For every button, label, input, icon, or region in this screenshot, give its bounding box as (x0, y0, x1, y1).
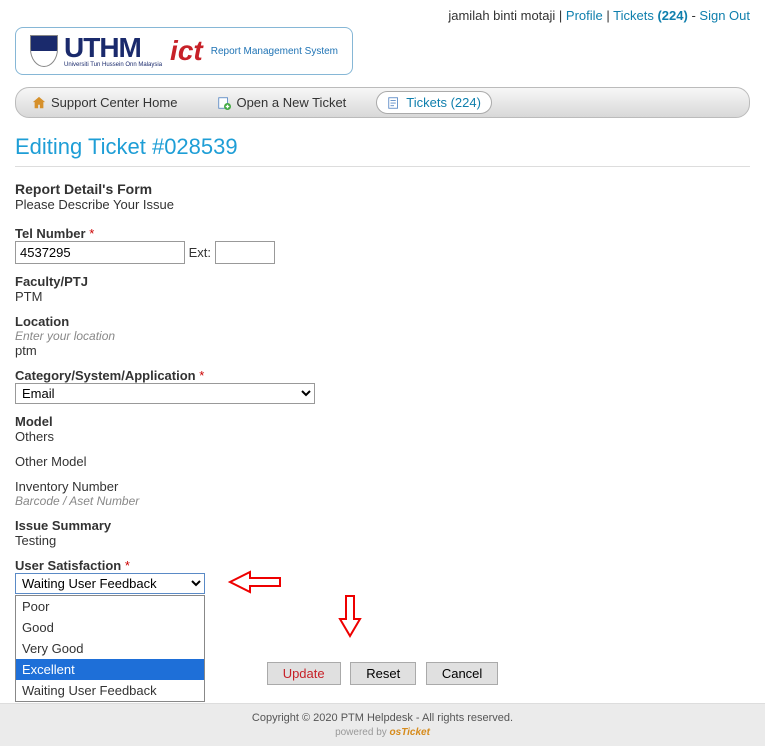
tickets-link[interactable]: Tickets (224) (613, 8, 691, 23)
field-model: Model Others (15, 414, 750, 444)
field-location: Location Enter your location ptm (15, 314, 750, 358)
nav-support-home[interactable]: Support Center Home (22, 92, 187, 113)
ict-logo-text: ict (170, 35, 203, 67)
section-title: Report Detail's Form (15, 181, 750, 197)
section-subtitle: Please Describe Your Issue (15, 197, 750, 212)
uthm-shield-icon (30, 35, 58, 67)
ict-subtitle: Report Management System (211, 46, 338, 57)
form: Report Detail's Form Please Describe You… (0, 181, 765, 703)
field-other-model: Other Model (15, 454, 750, 469)
ext-label: Ext: (189, 245, 211, 260)
tel-input[interactable] (15, 241, 185, 264)
opt-good[interactable]: Good (16, 617, 204, 638)
profile-link[interactable]: Profile (566, 8, 603, 23)
nav-tickets[interactable]: Tickets (224) (376, 91, 492, 114)
field-issue-summary: Issue Summary Testing (15, 518, 750, 548)
home-icon (32, 96, 46, 110)
divider (15, 166, 750, 167)
ext-input[interactable] (215, 241, 275, 264)
field-satisfaction: User Satisfaction * Waiting User Feedbac… (15, 558, 750, 594)
topbar: jamilah binti motaji | Profile | Tickets… (0, 0, 765, 27)
cancel-button[interactable]: Cancel (426, 662, 498, 685)
satisfaction-select[interactable]: Waiting User Feedback (15, 573, 205, 594)
opt-very-good[interactable]: Very Good (16, 638, 204, 659)
opt-poor[interactable]: Poor (16, 596, 204, 617)
annotation-arrow-down-icon (335, 591, 365, 641)
field-inventory: Inventory Number Barcode / Aset Number (15, 479, 750, 508)
new-ticket-icon (217, 96, 231, 110)
field-tel: Tel Number * Ext: (15, 226, 750, 264)
satisfaction-dropdown: Poor Good Very Good Excellent Waiting Us… (15, 595, 205, 702)
header: UTHM Universiti Tun Hussein Onn Malaysia… (0, 27, 765, 83)
navbar: Support Center Home Open a New Ticket Ti… (15, 87, 750, 118)
opt-excellent[interactable]: Excellent (16, 659, 204, 680)
powered-by: powered by osTicket (0, 727, 765, 738)
footer: Copyright © 2020 PTM Helpdesk - All righ… (0, 703, 765, 746)
logo: UTHM Universiti Tun Hussein Onn Malaysia… (15, 27, 353, 75)
signout-link[interactable]: Sign Out (699, 8, 750, 23)
reset-button[interactable]: Reset (350, 662, 416, 685)
nav-open-ticket[interactable]: Open a New Ticket (207, 92, 356, 113)
tickets-icon (387, 96, 401, 110)
category-select[interactable]: Email (15, 383, 315, 404)
update-button[interactable]: Update (267, 662, 341, 685)
username: jamilah binti motaji (448, 8, 555, 23)
page-title: Editing Ticket #028539 (15, 134, 750, 160)
field-faculty: Faculty/PTJ PTM (15, 274, 750, 304)
copyright: Copyright © 2020 PTM Helpdesk - All righ… (0, 712, 765, 724)
opt-waiting[interactable]: Waiting User Feedback (16, 680, 204, 701)
annotation-arrow-left-icon (225, 567, 285, 597)
field-category: Category/System/Application * Email (15, 368, 750, 404)
